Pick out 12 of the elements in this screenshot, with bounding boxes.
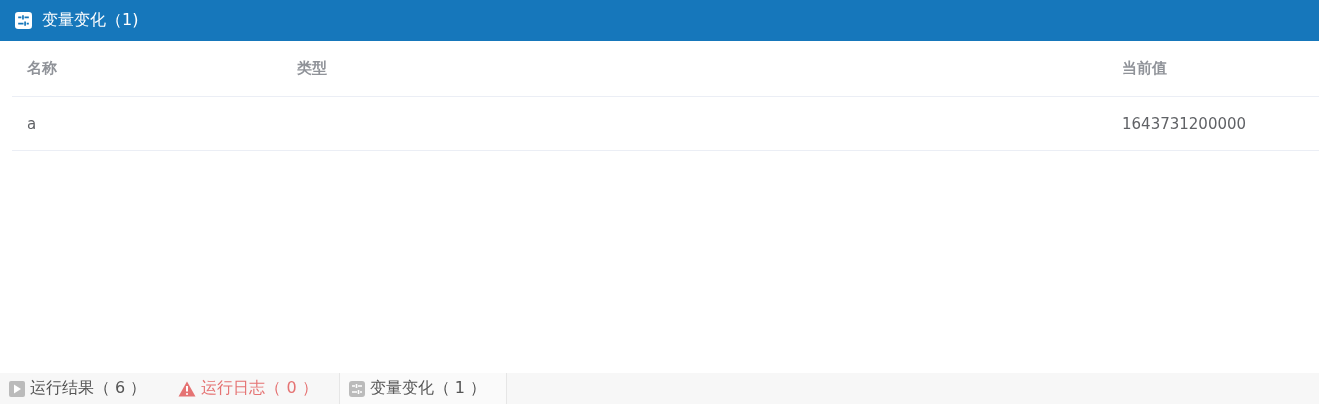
sliders-icon [15, 12, 32, 29]
panel-title: 变量变化（1) [42, 10, 139, 31]
column-header: 当前值 [1122, 59, 1168, 78]
table-cell-text: a [26, 114, 38, 133]
warning-icon [178, 380, 197, 397]
tab[interactable]: 变量变化（ 1 ） [338, 373, 508, 404]
column-header: 类型 [297, 59, 328, 78]
column-header: 名称 [26, 59, 58, 78]
play-icon [9, 380, 25, 397]
sliders-icon [348, 380, 365, 397]
tab[interactable]: 运行结果（ 6 ） [0, 373, 170, 404]
table-cell-text: 1643731200000 [1122, 114, 1248, 133]
